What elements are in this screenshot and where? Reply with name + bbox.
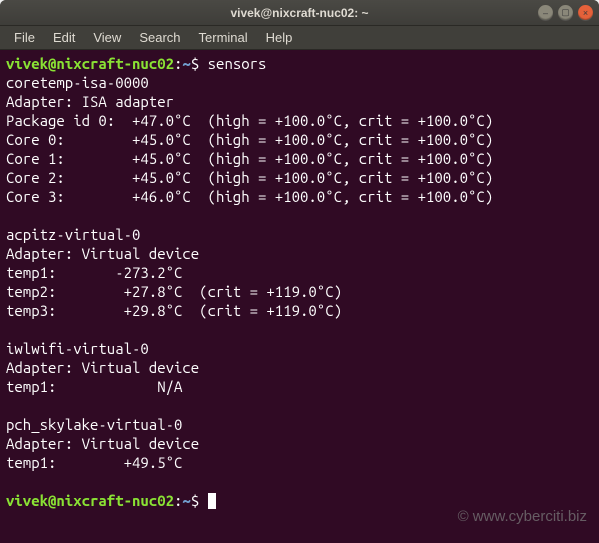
terminal-body[interactable]: vivek@nixcraft-nuc02:~$ sensors coretemp… xyxy=(0,50,599,543)
chip-3: pch_skylake-virtual-0 xyxy=(6,416,182,433)
menu-view[interactable]: View xyxy=(85,28,129,47)
line-3-0: temp1: +49.5°C xyxy=(6,454,182,471)
window-controls: – ▢ × xyxy=(538,5,593,20)
maximize-button[interactable]: ▢ xyxy=(558,5,573,20)
menu-edit[interactable]: Edit xyxy=(45,28,83,47)
chip-2: iwlwifi-virtual-0 xyxy=(6,340,149,357)
prompt-user-host: vivek@nixcraft-nuc02 xyxy=(6,55,174,72)
terminal-window: vivek@nixcraft-nuc02: ~ – ▢ × File Edit … xyxy=(0,0,599,543)
line-1-1: temp2: +27.8°C (crit = +119.0°C) xyxy=(6,283,342,300)
line-0-4: Core 3: +46.0°C (high = +100.0°C, crit =… xyxy=(6,188,493,205)
line-0-0: Package id 0: +47.0°C (high = +100.0°C, … xyxy=(6,112,493,129)
adapter-1: Adapter: Virtual device xyxy=(6,245,199,262)
chip-1: acpitz-virtual-0 xyxy=(6,226,140,243)
prompt-path-2: ~ xyxy=(182,492,190,509)
prompt-symbol-2: $ xyxy=(191,492,199,509)
titlebar[interactable]: vivek@nixcraft-nuc02: ~ – ▢ × xyxy=(0,0,599,26)
command-text: sensors xyxy=(208,55,267,72)
close-button[interactable]: × xyxy=(578,5,593,20)
minimize-button[interactable]: – xyxy=(538,5,553,20)
prompt-path: ~ xyxy=(182,55,190,72)
line-1-2: temp3: +29.8°C (crit = +119.0°C) xyxy=(6,302,342,319)
menubar: File Edit View Search Terminal Help xyxy=(0,26,599,50)
menu-file[interactable]: File xyxy=(6,28,43,47)
window-title: vivek@nixcraft-nuc02: ~ xyxy=(230,6,368,20)
menu-help[interactable]: Help xyxy=(258,28,301,47)
line-0-2: Core 1: +45.0°C (high = +100.0°C, crit =… xyxy=(6,150,493,167)
chip-0: coretemp-isa-0000 xyxy=(6,74,149,91)
menu-search[interactable]: Search xyxy=(131,28,188,47)
line-2-0: temp1: N/A xyxy=(6,378,182,395)
adapter-0: Adapter: ISA adapter xyxy=(6,93,174,110)
menu-terminal[interactable]: Terminal xyxy=(191,28,256,47)
line-1-0: temp1: -273.2°C xyxy=(6,264,182,281)
adapter-2: Adapter: Virtual device xyxy=(6,359,199,376)
line-0-3: Core 2: +45.0°C (high = +100.0°C, crit =… xyxy=(6,169,493,186)
adapter-3: Adapter: Virtual device xyxy=(6,435,199,452)
prompt-user-host-2: vivek@nixcraft-nuc02 xyxy=(6,492,174,509)
cursor xyxy=(208,493,216,509)
line-0-1: Core 0: +45.0°C (high = +100.0°C, crit =… xyxy=(6,131,493,148)
prompt-symbol: $ xyxy=(191,55,199,72)
